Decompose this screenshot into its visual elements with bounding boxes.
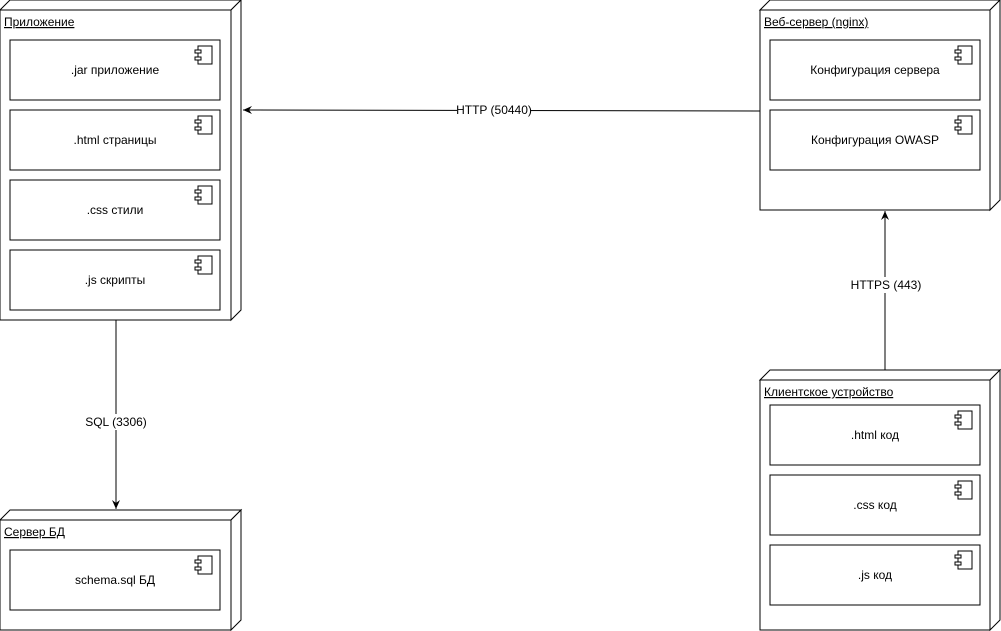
- edge-http-label: HTTP (50440): [456, 103, 532, 117]
- component-icon: [954, 410, 973, 430]
- component-html-code[interactable]: .html код: [769, 404, 981, 466]
- component-label: .jar приложение: [71, 63, 160, 77]
- edge-https-label: HTTPS (443): [851, 278, 922, 292]
- component-label: .js код: [858, 568, 892, 582]
- component-icon: [194, 255, 213, 275]
- component-icon: [954, 45, 973, 65]
- component-label: .js скрипты: [85, 273, 146, 287]
- component-css-styles[interactable]: .css стили: [9, 179, 221, 241]
- component-css-code[interactable]: .css код: [769, 474, 981, 536]
- edge-http[interactable]: HTTP (50440): [242, 102, 761, 118]
- node-app-title: Приложение: [4, 15, 75, 29]
- component-js-scripts[interactable]: .js скрипты: [9, 249, 221, 311]
- node-db-title: Сервер БД: [4, 525, 65, 539]
- component-icon: [954, 480, 973, 500]
- component-label: Конфигурация сервера: [810, 63, 940, 77]
- component-icon: [194, 555, 213, 575]
- component-jar[interactable]: .jar приложение: [9, 39, 221, 101]
- component-label: Конфигурация OWASP: [811, 133, 939, 147]
- node-web-title: Веб-сервер (nginx): [764, 15, 868, 29]
- deployment-diagram: Приложение .jar приложение .html страниц…: [0, 0, 1001, 631]
- edge-https[interactable]: HTTPS (443): [851, 211, 922, 370]
- node-client-title: Клиентское устройство: [764, 385, 894, 399]
- component-label: schema.sql БД: [75, 573, 155, 587]
- component-icon: [194, 115, 213, 135]
- node-client-device[interactable]: Клиентское устройство .html код .css код…: [758, 368, 1001, 631]
- edge-sql-label: SQL (3306): [85, 415, 147, 429]
- node-web-server[interactable]: Веб-сервер (nginx) Конфигурация сервера …: [758, 0, 1001, 212]
- component-js-code[interactable]: .js код: [769, 544, 981, 606]
- component-icon: [954, 115, 973, 135]
- component-owasp-config[interactable]: Конфигурация OWASP: [769, 109, 981, 171]
- component-label: .css стили: [87, 203, 144, 217]
- component-icon: [194, 185, 213, 205]
- node-db-server[interactable]: Сервер БД schema.sql БД: [0, 508, 243, 631]
- component-icon: [194, 45, 213, 65]
- component-schema-sql[interactable]: schema.sql БД: [9, 549, 221, 611]
- component-html-pages[interactable]: .html страницы: [9, 109, 221, 171]
- edge-sql[interactable]: SQL (3306): [84, 320, 148, 509]
- node-app[interactable]: Приложение .jar приложение .html страниц…: [0, 0, 242, 322]
- component-label: .css код: [853, 498, 896, 512]
- component-label: .html код: [851, 428, 899, 442]
- component-icon: [954, 550, 973, 570]
- component-server-config[interactable]: Конфигурация сервера: [769, 39, 981, 101]
- component-label: .html страницы: [73, 133, 156, 147]
